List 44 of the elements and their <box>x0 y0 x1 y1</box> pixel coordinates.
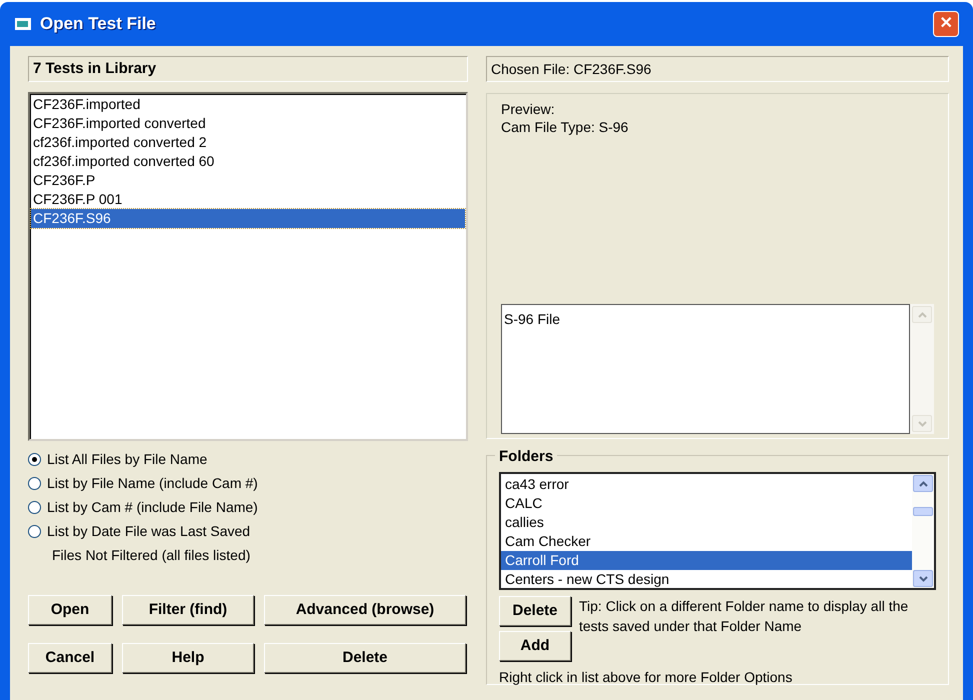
radio-label[interactable]: List by File Name (include Cam #) <box>47 473 258 494</box>
dialog-button[interactable]: Add <box>499 631 571 661</box>
radio-button[interactable] <box>28 525 41 538</box>
scroll-up-icon[interactable] <box>913 475 933 492</box>
radio-button[interactable] <box>28 453 41 466</box>
chosen-file: Chosen File: CF236F.S96 <box>486 56 949 82</box>
library-heading: 7 Tests in Library <box>28 56 468 82</box>
folder-item[interactable]: Carroll Ford <box>501 551 912 570</box>
dialog-button[interactable]: Filter (find) <box>122 595 254 625</box>
folder-hint: Right click in list above for more Folder Options <box>499 668 794 687</box>
file-item[interactable]: CF236F.P 001 <box>31 190 465 209</box>
radio-label[interactable]: List by Date File was Last Saved <box>47 521 250 542</box>
file-item[interactable]: CF236F.P <box>31 171 465 190</box>
file-item[interactable]: CF236F.imported converted <box>31 114 465 133</box>
folder-item[interactable]: Centers - new CTS design <box>501 570 912 589</box>
folder-tip: Tip: Click on a different Folder name to display all the tests saved under that Folder Name <box>579 597 910 636</box>
scroll-down-icon[interactable] <box>913 570 933 587</box>
dialog-button[interactable]: Delete <box>499 596 571 626</box>
dialog-button[interactable]: Open <box>28 595 112 625</box>
radio-button[interactable] <box>28 477 41 490</box>
window-title: Open Test File <box>40 13 156 36</box>
preview-text: Preview: <box>501 100 556 118</box>
close-button[interactable]: ✕ <box>933 11 959 37</box>
folder-item[interactable]: Cam Checker <box>501 532 912 551</box>
scroll-thumb[interactable] <box>913 507 933 516</box>
dialog-button[interactable]: Advanced (browse) <box>264 595 466 625</box>
window-icon <box>14 17 32 31</box>
file-item[interactable]: cf236f.imported converted 60 <box>31 152 465 171</box>
scrollbar[interactable] <box>912 474 934 588</box>
folder-item[interactable]: ca43 error <box>501 475 912 494</box>
file-item[interactable]: CF236F.imported <box>31 95 465 114</box>
radio-button[interactable] <box>28 501 41 514</box>
preview-text: Cam File Type: S-96 <box>501 118 630 136</box>
radio-label[interactable]: List by Cam # (include File Name) <box>47 497 258 518</box>
dialog-button[interactable]: Delete <box>264 643 466 673</box>
filter-status: Files Not Filtered (all files listed) <box>51 546 252 565</box>
file-list[interactable]: CF236F.imported CF236F.imported converted cf236f.imported converted 2 cf236f.imported converted 60 CF236F.P CF236F.P 001 CF236F.S96 <box>28 92 468 441</box>
dialog-button[interactable]: Cancel <box>28 643 112 673</box>
file-item[interactable]: cf236f.imported converted 2 <box>31 133 465 152</box>
folder-item[interactable]: callies <box>501 513 912 532</box>
file-item[interactable]: CF236F.S96 <box>31 209 465 228</box>
dialog-button[interactable]: Help <box>122 643 254 673</box>
radio-label[interactable]: List All Files by File Name <box>47 449 208 470</box>
folder-item[interactable]: CALC <box>501 494 912 513</box>
